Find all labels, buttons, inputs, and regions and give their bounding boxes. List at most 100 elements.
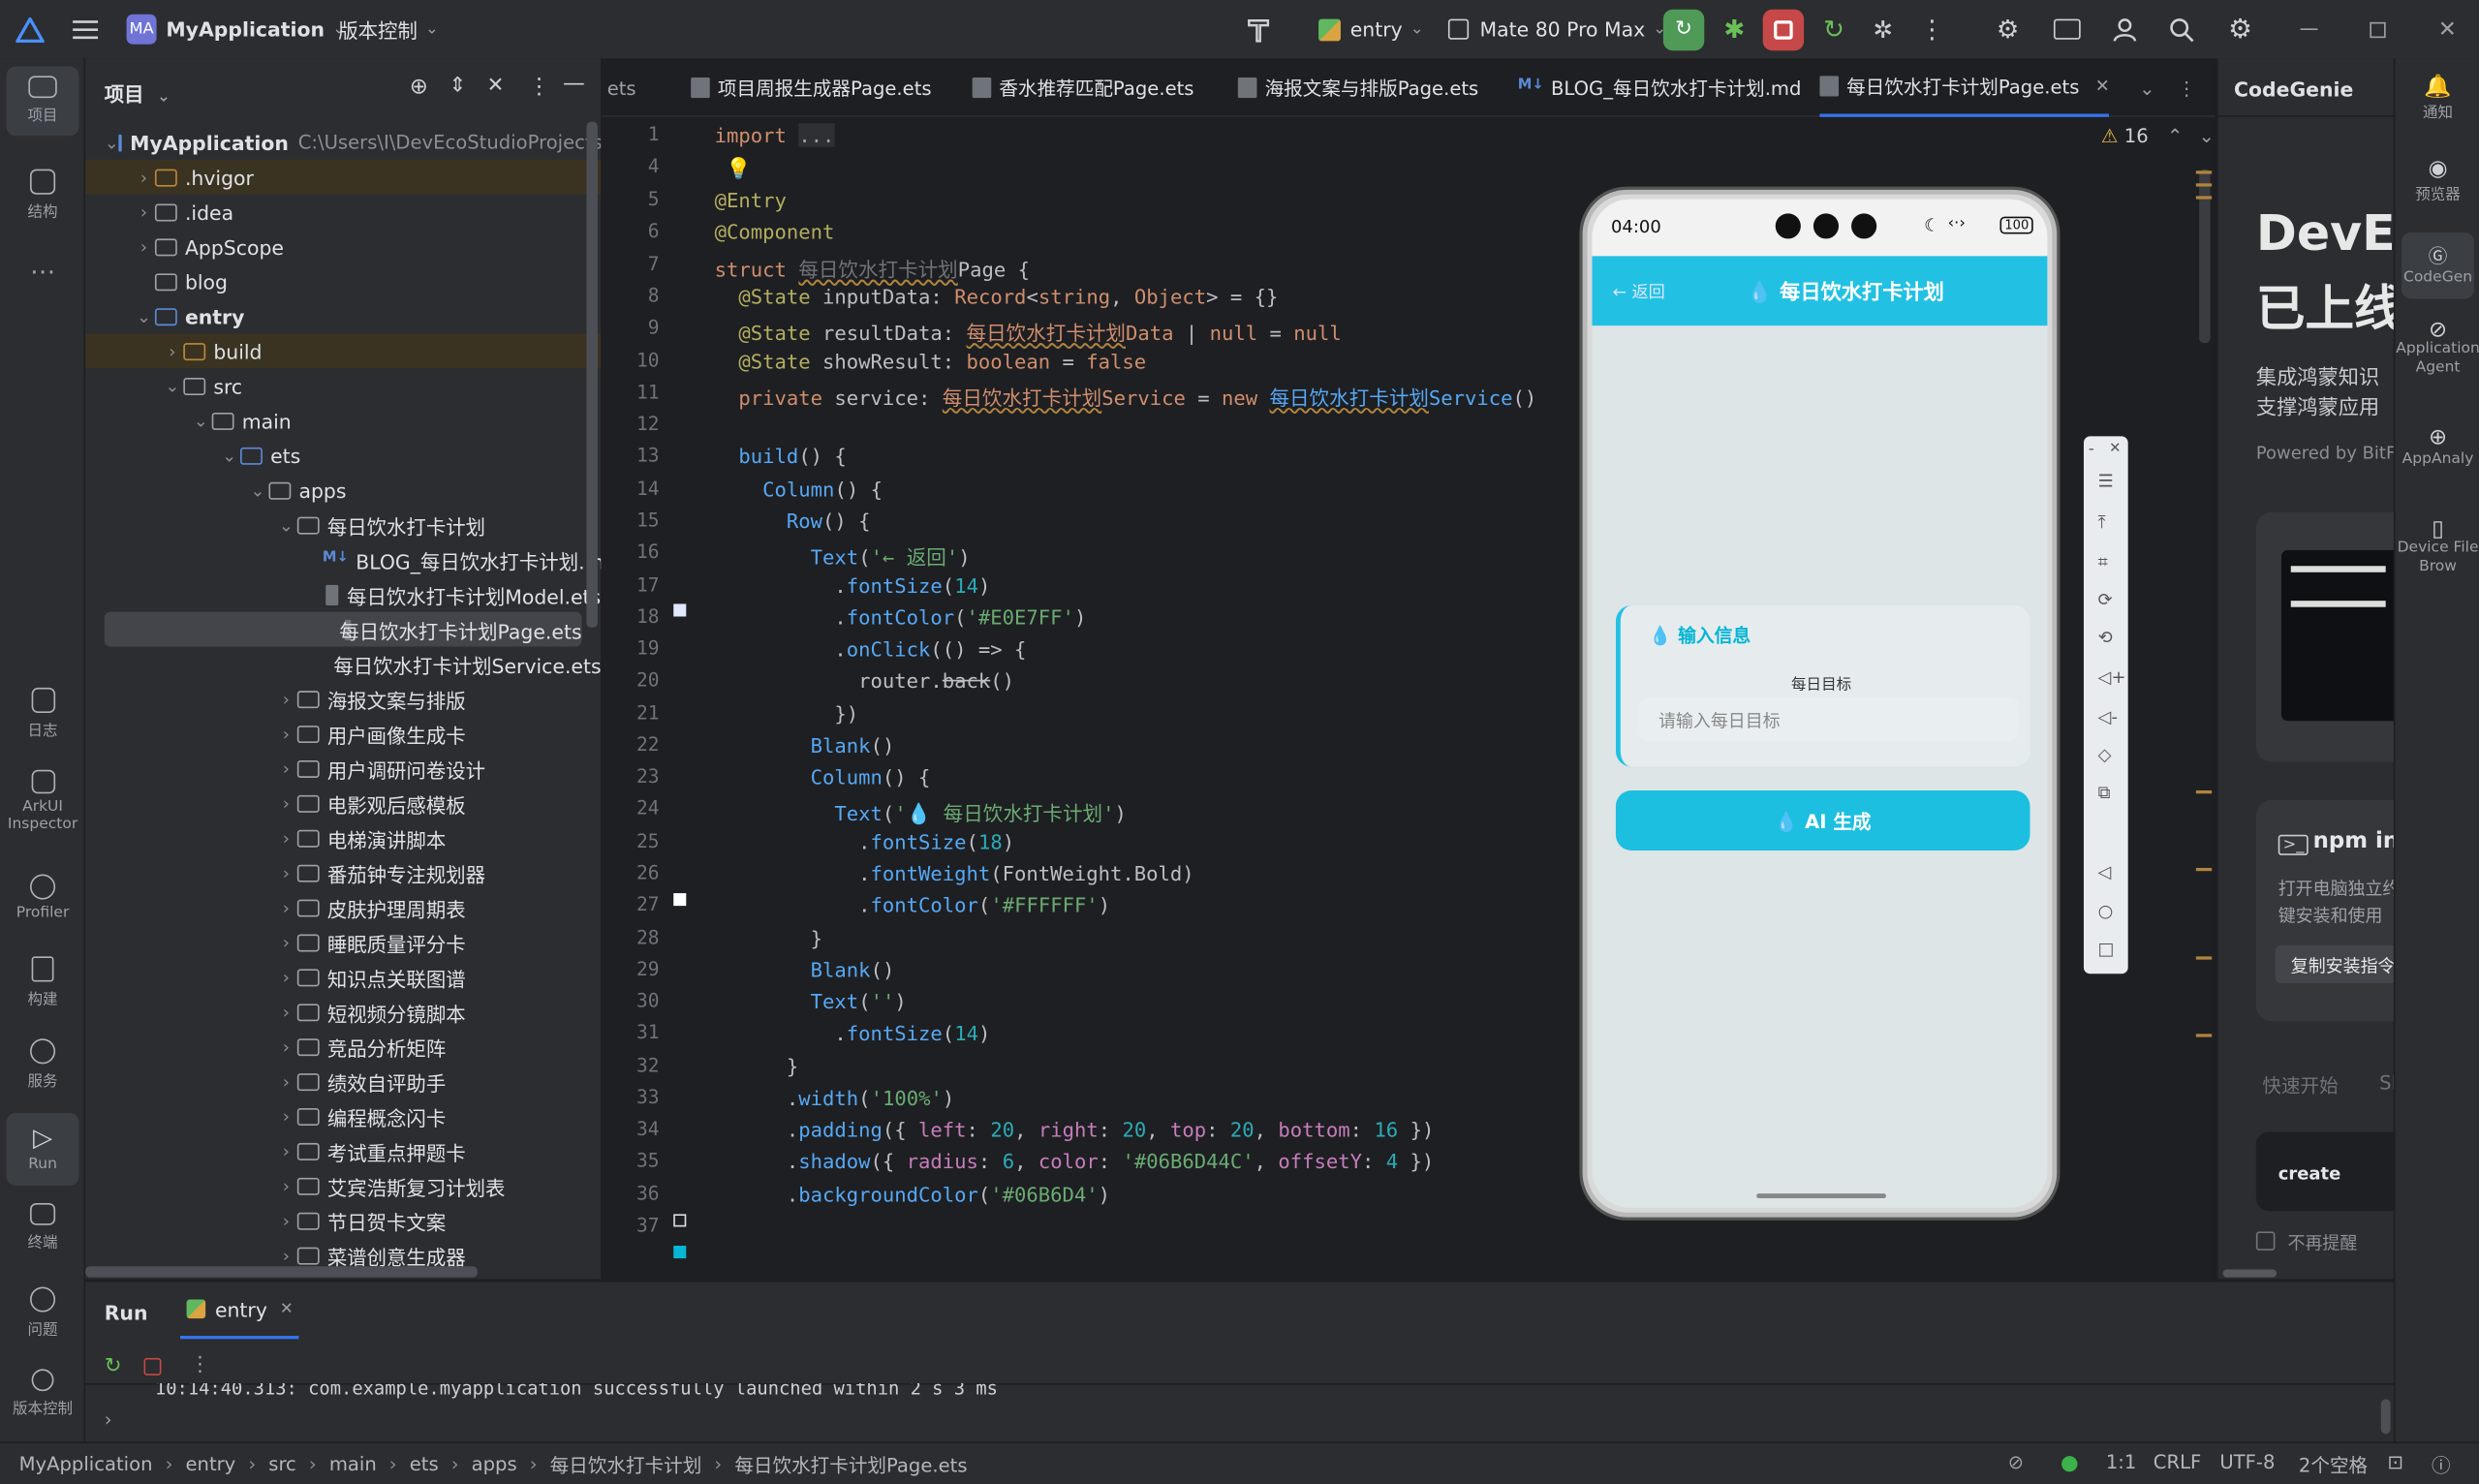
breadcrumb-item[interactable]: MyApplication xyxy=(19,1453,153,1475)
crop-icon[interactable]: ⌗ xyxy=(2098,552,2108,574)
toolwindow-device-file-browser[interactable]: ▯ Device File Brow xyxy=(2395,518,2479,577)
breadcrumb-item[interactable]: ets xyxy=(410,1453,439,1475)
account-icon[interactable] xyxy=(2109,0,2141,58)
tree-file-page-selected[interactable]: 每日饮水打卡计划Page.ets xyxy=(104,611,582,647)
expand-all-icon[interactable]: ⇕ xyxy=(449,75,466,98)
rotate-icon[interactable]: ⟲ xyxy=(2098,628,2113,648)
toolwindow-vcs[interactable]: 版本控制 xyxy=(7,1369,79,1418)
daily-goal-input[interactable]: 请输入每日目标 xyxy=(1639,696,2020,742)
tab-poster[interactable]: 海报文案与排版Page.ets xyxy=(1237,58,1478,116)
erase-icon[interactable]: ◇ xyxy=(2098,745,2112,765)
more-vertical-icon[interactable]: ⋮ xyxy=(2177,58,2196,116)
toolwindow-terminal[interactable]: 终端 xyxy=(7,1202,79,1252)
run-config-select[interactable]: entry ⌄ xyxy=(1318,0,1424,58)
tree-node-hvigor[interactable]: › .hvigor xyxy=(85,159,602,195)
close-tab-icon[interactable]: ✕ xyxy=(2095,76,2110,96)
ai-generate-button[interactable]: 💧 AI 生成 xyxy=(1615,790,2030,851)
build-hammer-icon[interactable] xyxy=(1243,0,1275,58)
main-menu-icon[interactable] xyxy=(70,0,102,58)
breadcrumb-item[interactable]: main xyxy=(329,1453,377,1475)
close-tab-icon[interactable]: ✕ xyxy=(280,1300,294,1317)
indent-setting[interactable]: 2个空格 xyxy=(2299,1451,2368,1478)
tree-node-build[interactable]: › build xyxy=(85,333,602,369)
device-select[interactable]: Mate 80 Pro Max ⌄ xyxy=(1447,0,1666,58)
volume-down-icon[interactable]: ◁- xyxy=(2098,707,2118,727)
lock-icon[interactable]: ⊡ xyxy=(2387,1451,2402,1473)
toolwindow-log[interactable]: 日志 xyxy=(7,687,79,740)
collapse-all-icon[interactable]: ✕ xyxy=(487,75,505,98)
breadcrumb-item[interactable]: 每日饮水打卡计划 xyxy=(550,1450,702,1477)
tree-node-apps[interactable]: ⌄ apps xyxy=(85,473,601,508)
back-link[interactable]: ← 返回 xyxy=(1613,280,1665,303)
tree-node-entry[interactable]: ⌄ entry xyxy=(85,298,601,333)
tree-node-folder[interactable]: › 编程概念闪卡 xyxy=(85,1098,601,1133)
tree-file-blog-md[interactable]: M↓ BLOG_每日饮水打卡计划.md xyxy=(85,542,601,577)
toolwindow-appanalyzer[interactable]: ⊕ AppAnaly xyxy=(2395,425,2478,468)
breadcrumb-item[interactable]: src xyxy=(268,1453,296,1475)
tree-node-appscope[interactable]: › AppScope xyxy=(85,230,601,264)
tree-node-folder[interactable]: › 绩效自评助手 xyxy=(85,1064,601,1098)
home-nav-icon[interactable]: ○ xyxy=(2098,901,2114,921)
menu-icon[interactable]: ☰ xyxy=(2098,471,2114,491)
info-icon[interactable]: ⓘ xyxy=(2432,1451,2451,1478)
tree-node-folder[interactable]: › 竞品分析矩阵 xyxy=(85,1029,601,1064)
run-scrollbar[interactable] xyxy=(2380,1399,2391,1435)
stop-button[interactable] xyxy=(1762,0,1805,58)
toolwindow-build[interactable]: 构建 xyxy=(7,956,79,1008)
toolwindow-profiler[interactable]: Profiler xyxy=(7,874,79,921)
toolwindow-project[interactable]: 项目 xyxy=(6,66,79,137)
tree-node-folder[interactable]: › 考试重点押题卡 xyxy=(85,1133,601,1168)
recent-nav-icon[interactable]: □ xyxy=(2098,939,2115,959)
tab-ets[interactable]: ets xyxy=(607,58,636,116)
tree-node-folder[interactable]: › 电影观后感模板 xyxy=(85,786,601,820)
file-encoding[interactable]: UTF-8 xyxy=(2219,1451,2275,1473)
run-tab-entry[interactable]: entry ✕ xyxy=(180,1283,300,1340)
breadcrumb-item[interactable]: apps xyxy=(472,1453,517,1475)
toolwindow-arkui-inspector[interactable]: ArkUI Inspector xyxy=(7,769,79,833)
tree-node-blog[interactable]: blog xyxy=(85,264,601,299)
folder-icon[interactable] xyxy=(2051,0,2083,58)
tab-quick-start[interactable]: 快速开始 xyxy=(2262,1071,2338,1098)
tree-scrollbar[interactable] xyxy=(586,121,598,628)
close-icon[interactable]: ✕ xyxy=(2109,441,2121,456)
no-remind-checkbox[interactable] xyxy=(2255,1231,2276,1251)
tree-node-ets[interactable]: ⌄ ets xyxy=(85,438,601,473)
toolwindow-notifications[interactable]: 🔔 通知 xyxy=(2395,75,2478,122)
tree-node-folder[interactable]: › 用户调研问卷设计 xyxy=(85,751,601,786)
toolwindow-codegenie[interactable]: Ⓖ CodeGen xyxy=(2402,232,2475,299)
tab-blog-md[interactable]: M↓ BLOG_每日饮水打卡计划.md xyxy=(1518,58,1802,116)
chevron-down-icon[interactable]: ⌄ xyxy=(2139,58,2154,116)
tree-node-folder[interactable]: › 短视频分镜脚本 xyxy=(85,995,601,1030)
more-vertical-icon[interactable]: ⋮ xyxy=(190,1353,210,1376)
tab-perfume[interactable]: 香水推荐匹配Page.ets xyxy=(972,58,1194,116)
apply-changes-icon[interactable]: ↻ xyxy=(1818,0,1850,58)
minimize-icon[interactable]: - xyxy=(2089,441,2094,458)
tree-node-folder[interactable]: › 睡眠质量评分卡 xyxy=(85,925,601,960)
stop-icon[interactable] xyxy=(143,1357,162,1376)
search-icon[interactable] xyxy=(2166,0,2198,58)
toolwindow-run[interactable]: ▷ Run xyxy=(6,1112,79,1186)
rerun-icon[interactable]: ↻ xyxy=(105,1355,122,1378)
more-vertical-icon[interactable]: ⋮ xyxy=(1916,0,1948,58)
minimize-icon[interactable] xyxy=(2296,0,2321,58)
project-switcher[interactable]: MA MyApplication ⌄ xyxy=(126,0,346,58)
copy-install-button[interactable]: 复制安装指令 xyxy=(2275,944,2396,984)
restore-icon[interactable] xyxy=(2365,0,2390,58)
debug-bug-icon[interactable]: ✱ xyxy=(1719,0,1751,58)
volume-up-icon[interactable]: ◁+ xyxy=(2098,667,2126,688)
tree-node-folder[interactable]: › 海报文案与排版 xyxy=(85,681,601,716)
toolwindow-previewer[interactable]: ◉ 预览器 xyxy=(2395,157,2478,204)
locate-file-icon[interactable]: ⊕ xyxy=(410,75,428,100)
toolwindow-problems[interactable]: 问题 xyxy=(7,1286,79,1339)
tree-node-water-plan[interactable]: ⌄ 每日饮水打卡计划 xyxy=(85,508,601,542)
tab-water-page-active[interactable]: 每日饮水打卡计划Page.ets ✕ xyxy=(1819,58,2110,117)
settings-sync-icon[interactable]: ⚙ xyxy=(1992,0,2024,58)
lightbulb-icon[interactable]: 💡 xyxy=(726,158,751,181)
more-tools-icon[interactable]: ⋯ xyxy=(7,256,79,286)
tree-file-service[interactable]: 每日饮水打卡计划Service.ets xyxy=(85,646,601,681)
attach-debugger-icon[interactable]: ✲ xyxy=(1867,0,1899,58)
gear-icon[interactable]: ⚙ xyxy=(2224,0,2256,58)
tree-file-model[interactable]: 每日饮水打卡计划Model.ets xyxy=(85,577,601,612)
tab-weekly-report[interactable]: 项目周报生成器Page.ets xyxy=(691,58,932,116)
run-button[interactable]: ↻ xyxy=(1662,0,1705,58)
